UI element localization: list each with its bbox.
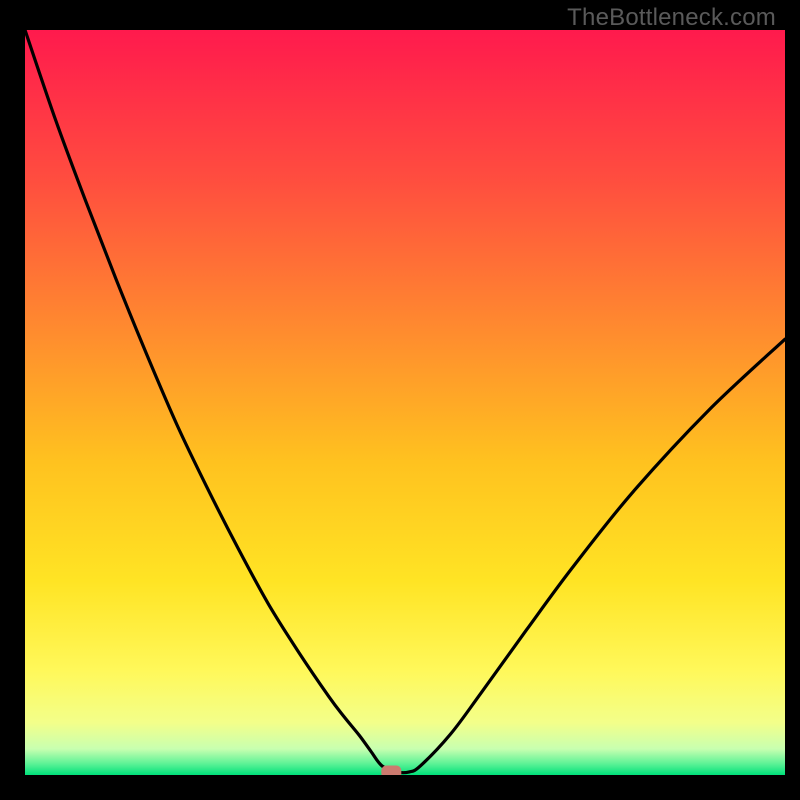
chart-plot [25, 30, 785, 775]
watermark-text: TheBottleneck.com [567, 4, 776, 32]
optimum-marker [381, 766, 401, 775]
gradient-background [25, 30, 785, 775]
chart-frame: TheBottleneck.com [10, 0, 790, 790]
